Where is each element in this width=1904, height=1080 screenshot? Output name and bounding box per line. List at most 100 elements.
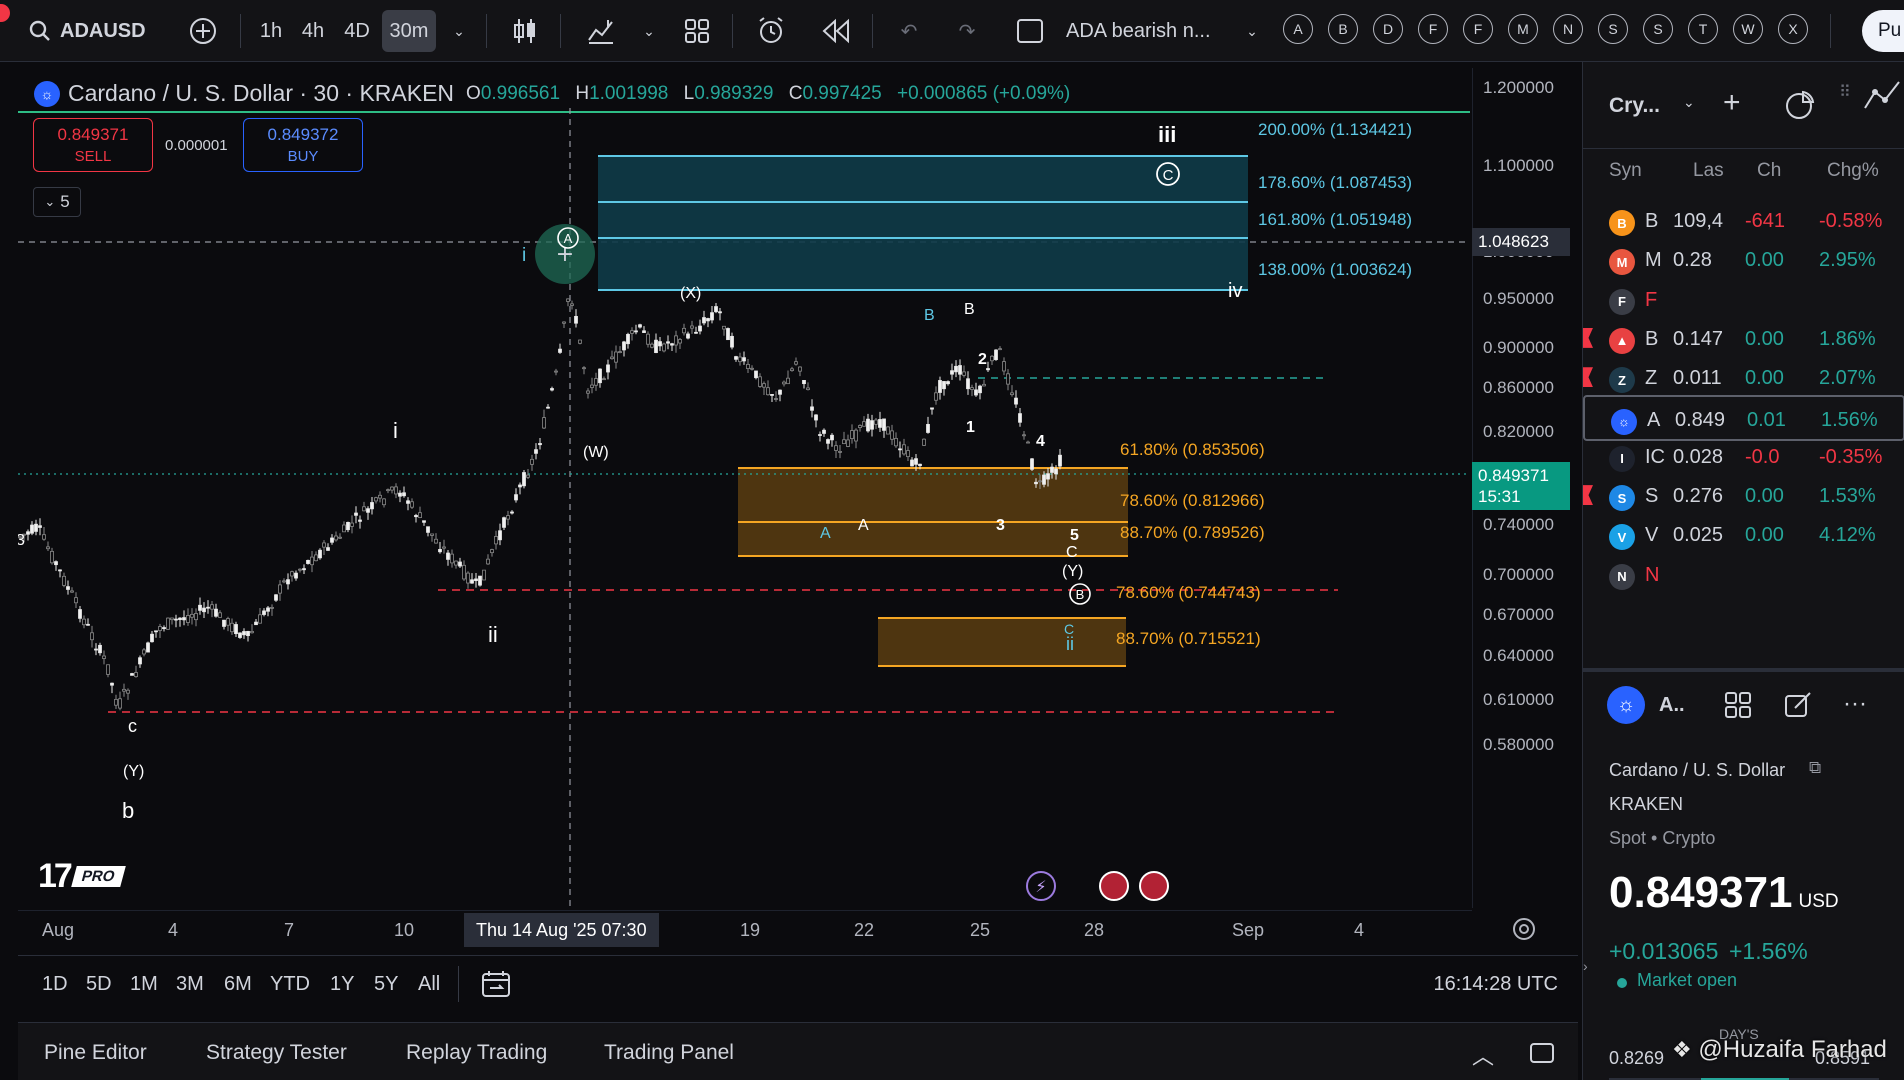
alert-letter-a[interactable]: A: [1283, 14, 1313, 44]
candle-body: [814, 414, 818, 421]
alert-letter-w[interactable]: W: [1733, 14, 1763, 44]
alert-letter-t[interactable]: T: [1688, 14, 1718, 44]
alert-letter-m[interactable]: M: [1508, 14, 1538, 44]
spread-value: 0.000001: [165, 137, 228, 154]
chart-area[interactable]: + 200.00% (1.134421) 178.60% (1.087453) …: [18, 68, 1470, 953]
candle-body: [926, 424, 930, 433]
sell-button[interactable]: 0.849371 SELL: [33, 118, 153, 172]
panel-collapse-chevron[interactable]: ›: [1583, 958, 1588, 974]
candle-body: [986, 368, 990, 371]
low-value: 0.989329: [694, 82, 774, 104]
chart-settings-button[interactable]: [1510, 915, 1538, 948]
candle-body: [966, 378, 970, 390]
maximize-panel-button[interactable]: [1528, 1041, 1556, 1070]
row-symbol: V: [1645, 524, 1659, 547]
range-6m[interactable]: 6M: [224, 973, 252, 996]
alert-letter-s1[interactable]: S: [1598, 14, 1628, 44]
watchlist-dropdown[interactable]: ⌄: [1683, 94, 1695, 111]
undo-button[interactable]: ↶: [892, 10, 926, 52]
interval-1h[interactable]: 1h: [252, 10, 290, 52]
interval-4d[interactable]: 4D: [336, 10, 378, 52]
candle-body: [222, 619, 226, 627]
time-label-22: 22: [854, 920, 875, 940]
interval-dropdown[interactable]: ⌄: [444, 10, 474, 52]
add-symbol-button[interactable]: +: [1723, 86, 1741, 120]
row-symbol: M: [1645, 249, 1662, 272]
templates-button[interactable]: [680, 10, 714, 52]
alert-letter-f2[interactable]: F: [1463, 14, 1493, 44]
watchlist-row[interactable]: NN: [1583, 552, 1904, 598]
candle-body: [486, 558, 490, 565]
candle-body: [86, 623, 90, 626]
time-axis[interactable]: Aug 4 7 10 Thu 14 Aug '25 07:30 19 22 25…: [18, 910, 1535, 950]
candle-body: [1054, 468, 1058, 475]
publish-button[interactable]: Pu: [1862, 10, 1904, 52]
candle-body: [162, 627, 166, 630]
compare-add-button[interactable]: [184, 10, 222, 52]
candle-body: [494, 536, 498, 545]
indicators-button[interactable]: [584, 10, 618, 52]
us-event-icon-2[interactable]: [1139, 871, 1169, 901]
range-all[interactable]: All: [418, 973, 440, 996]
alert-letter-b[interactable]: B: [1328, 14, 1358, 44]
watchlist-title[interactable]: Cry...: [1609, 94, 1660, 118]
col-last[interactable]: Las: [1693, 160, 1724, 182]
time-label-4b: 4: [1354, 920, 1365, 940]
indicator-count: 5: [60, 192, 70, 211]
alert-letter-s2[interactable]: S: [1643, 14, 1673, 44]
detail-more-button[interactable]: ···: [1843, 690, 1867, 718]
row-symbol: F: [1645, 288, 1658, 311]
col-change[interactable]: Ch: [1757, 160, 1781, 182]
layout-dropdown[interactable]: ⌄: [1240, 10, 1264, 52]
candle-body: [834, 445, 838, 451]
range-1m[interactable]: 1M: [130, 973, 158, 996]
range-ytd[interactable]: YTD: [270, 973, 310, 996]
range-5y[interactable]: 5Y: [374, 973, 398, 996]
alert-letter-d[interactable]: D: [1373, 14, 1403, 44]
detail-edit-button[interactable]: [1783, 690, 1813, 725]
range-5d[interactable]: 5D: [86, 973, 112, 996]
alert-letter-n[interactable]: N: [1553, 14, 1583, 44]
indicators-collapse-button[interactable]: ⌄ 5: [33, 187, 81, 217]
range-1d[interactable]: 1D: [42, 973, 68, 996]
redo-button[interactable]: ↷: [950, 10, 984, 52]
tab-replay-trading[interactable]: Replay Trading: [406, 1041, 547, 1065]
candle-body: [446, 552, 450, 560]
indicators-dropdown[interactable]: ⌄: [636, 10, 662, 52]
goto-date-button[interactable]: [480, 968, 512, 1005]
tab-strategy-tester[interactable]: Strategy Tester: [206, 1041, 347, 1065]
range-3m[interactable]: 3M: [176, 973, 204, 996]
detail-short-symbol[interactable]: A..: [1659, 694, 1685, 717]
collapse-panel-button[interactable]: ︿: [1472, 1039, 1494, 1071]
interval-4h[interactable]: 4h: [294, 10, 332, 52]
col-change-pct[interactable]: Chg%: [1827, 160, 1879, 182]
range-1y[interactable]: 1Y: [330, 973, 354, 996]
external-link-icon[interactable]: ⧉: [1809, 758, 1821, 778]
tab-trading-panel[interactable]: Trading Panel: [604, 1041, 734, 1065]
alert-letter-f1[interactable]: F: [1418, 14, 1448, 44]
replay-button[interactable]: [818, 10, 854, 52]
alert-button[interactable]: [754, 10, 790, 52]
candle-body: [766, 387, 770, 396]
us-event-icon-1[interactable]: [1099, 871, 1129, 901]
price-chart[interactable]: + 200.00% (1.134421) 178.60% (1.087453) …: [18, 68, 1470, 910]
drag-handle-icon[interactable]: ⠿: [1839, 82, 1851, 102]
symbol-search-button[interactable]: ADAUSD: [28, 10, 158, 52]
panel-chart-icon-button[interactable]: [1863, 78, 1903, 117]
interval-30m[interactable]: 30m: [382, 10, 436, 52]
utc-clock[interactable]: 16:14:28 UTC: [1433, 973, 1558, 996]
buy-button[interactable]: 0.849372 BUY: [243, 118, 363, 172]
watchlist-chart-button[interactable]: [1783, 88, 1817, 127]
col-symbol[interactable]: Syn: [1609, 160, 1642, 182]
legend-title[interactable]: Cardano / U. S. Dollar · 30 · KRAKEN: [68, 80, 454, 107]
alert-letter-x[interactable]: X: [1778, 14, 1808, 44]
chart-type-button[interactable]: [508, 10, 542, 52]
row-symbol: IC: [1645, 445, 1665, 468]
fullscreen-button[interactable]: [1012, 10, 1048, 52]
detail-grid-button[interactable]: [1723, 690, 1753, 725]
candle-body: [438, 549, 442, 553]
row-change-pct: 1.56%: [1821, 408, 1878, 431]
layout-name[interactable]: ADA bearish n...: [1066, 10, 1226, 52]
candle-body: [110, 682, 114, 686]
tab-pine-editor[interactable]: Pine Editor: [44, 1041, 147, 1065]
